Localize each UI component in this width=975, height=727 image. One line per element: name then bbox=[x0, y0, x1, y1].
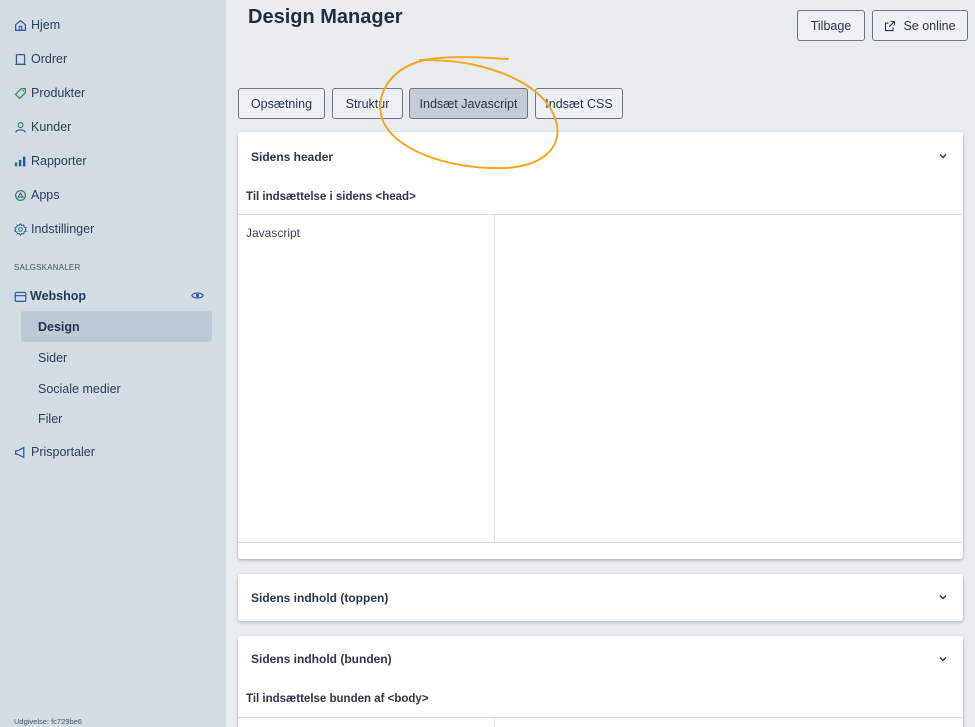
javascript-editor[interactable]: Javascript bbox=[238, 214, 963, 543]
sidebar-item-webshop[interactable]: Webshop bbox=[14, 286, 204, 306]
orders-icon bbox=[15, 53, 26, 65]
page-title: Design Manager bbox=[248, 6, 403, 28]
sidebar-item-label: Hjem bbox=[31, 18, 61, 32]
sidebar-item-indstillinger[interactable]: Indstillinger bbox=[14, 218, 94, 240]
body-editor[interactable] bbox=[238, 717, 963, 727]
sidebar-subitem-filer[interactable]: Filer bbox=[21, 403, 212, 434]
shop-icon bbox=[14, 291, 27, 302]
section-top-title[interactable]: Sidens indhold (toppen) bbox=[251, 591, 388, 605]
bar-chart-icon bbox=[14, 156, 26, 166]
tag-icon bbox=[14, 87, 26, 99]
sidebar-subitem-sociale-medier[interactable]: Sociale medier bbox=[21, 373, 212, 404]
section-label-salgskanaler: SALGSKANALER bbox=[14, 263, 81, 272]
section-top-card: Sidens indhold (toppen) bbox=[238, 574, 963, 621]
sidebar-item-apps[interactable]: Apps bbox=[14, 184, 60, 206]
sidebar-item-kunder[interactable]: Kunder bbox=[14, 116, 71, 138]
chevron-down-icon[interactable] bbox=[938, 592, 948, 602]
sidebar-item-hjem[interactable]: Hjem bbox=[14, 14, 60, 36]
view-online-button[interactable]: Se online bbox=[872, 10, 968, 41]
sidebar-item-label: Kunder bbox=[31, 120, 72, 134]
editor-label: Javascript bbox=[246, 226, 301, 240]
tab-indsaet-javascript[interactable]: Indsæt Javascript bbox=[409, 88, 528, 119]
sidebar: Hjem Ordrer Produkter Kunder Rapporter A… bbox=[0, 0, 226, 727]
chevron-down-icon[interactable] bbox=[938, 151, 948, 161]
sidebar-item-label: Ordrer bbox=[31, 52, 68, 66]
editor-divider bbox=[494, 718, 495, 727]
sidebar-item-prisportaler[interactable]: Prisportaler bbox=[14, 441, 95, 463]
external-link-icon bbox=[885, 20, 896, 31]
gear-icon bbox=[14, 222, 27, 236]
section-bottom-title[interactable]: Sidens indhold (bunden) bbox=[251, 652, 392, 666]
eye-icon[interactable] bbox=[191, 289, 204, 302]
sidebar-item-label: Prisportaler bbox=[31, 445, 95, 459]
sidebar-item-label: Indstillinger bbox=[31, 222, 95, 236]
section-header-subtitle: Til indsættelse i sidens <head> bbox=[246, 191, 416, 203]
tab-struktur[interactable]: Struktur bbox=[332, 88, 403, 119]
sidebar-item-ordrer[interactable]: Ordrer bbox=[14, 48, 67, 70]
home-icon bbox=[15, 19, 26, 31]
sidebar-item-produkter[interactable]: Produkter bbox=[14, 82, 85, 104]
section-bottom-card: Sidens indhold (bunden) Til indsættelse … bbox=[238, 636, 963, 727]
section-bottom-subtitle: Til indsættelse bunden af <body> bbox=[246, 693, 429, 705]
section-header-card: Sidens header Til indsættelse i sidens <… bbox=[238, 132, 963, 559]
release-version: Udgivelse: fc729be6 bbox=[14, 717, 82, 726]
apps-icon bbox=[15, 189, 26, 201]
sidebar-item-label: Apps bbox=[31, 188, 60, 202]
tab-indsaet-css[interactable]: Indsæt CSS bbox=[535, 88, 623, 119]
editor-divider bbox=[494, 215, 495, 542]
sidebar-item-label: Webshop bbox=[30, 289, 87, 303]
back-button[interactable]: Tilbage bbox=[797, 10, 865, 41]
view-online-label: Se online bbox=[903, 18, 956, 33]
section-header-title[interactable]: Sidens header bbox=[251, 150, 333, 164]
sidebar-subitem-design[interactable]: Design bbox=[21, 311, 212, 342]
tab-opsaetning[interactable]: Opsætning bbox=[238, 88, 325, 119]
sidebar-subitem-sider[interactable]: Sider bbox=[21, 342, 212, 373]
sidebar-item-label: Produkter bbox=[31, 86, 86, 100]
megaphone-icon bbox=[15, 446, 25, 458]
sidebar-item-label: Rapporter bbox=[31, 154, 87, 168]
sidebar-item-rapporter[interactable]: Rapporter bbox=[14, 150, 87, 172]
chevron-down-icon[interactable] bbox=[938, 654, 948, 664]
user-icon bbox=[15, 121, 26, 133]
